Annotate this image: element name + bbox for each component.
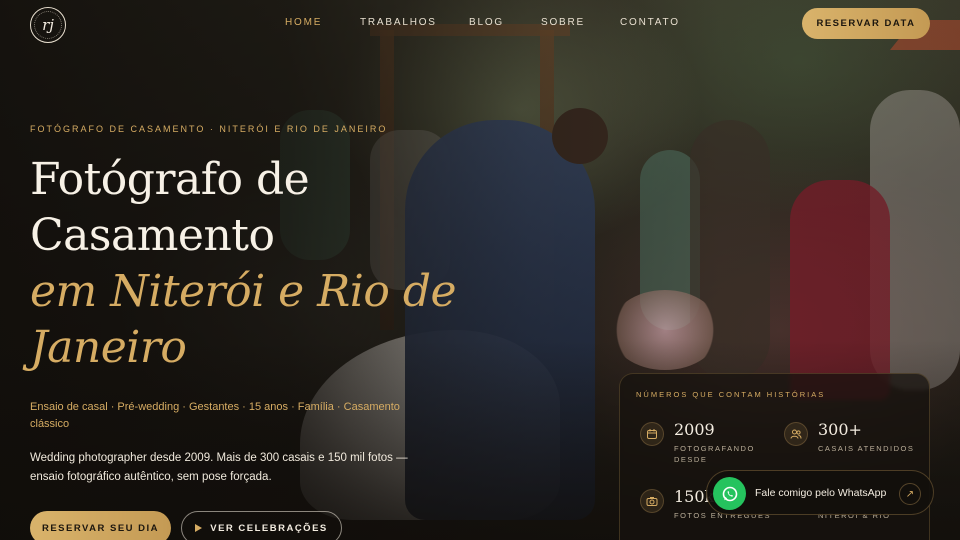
view-celebrations-button[interactable]: VER CELEBRAÇÕES bbox=[181, 511, 342, 540]
nav-item-blog[interactable]: BLOG bbox=[469, 17, 504, 28]
hero-title-line: Casamento bbox=[30, 210, 275, 261]
view-celebrations-label: VER CELEBRAÇÕES bbox=[210, 522, 328, 534]
camera-icon bbox=[640, 489, 664, 513]
reserve-date-button[interactable]: RESERVAR DATA bbox=[802, 8, 930, 39]
nav-item-contato[interactable]: CONTATO bbox=[620, 17, 680, 28]
stat-value: 300+ bbox=[818, 420, 862, 439]
logo-monogram: rj bbox=[42, 16, 54, 34]
users-icon bbox=[784, 422, 808, 446]
nav-item-trabalhos[interactable]: TRABALHOS bbox=[360, 17, 437, 28]
whatsapp-icon bbox=[713, 477, 746, 510]
whatsapp-chat-button[interactable]: Fale comigo pelo WhatsApp ↗ bbox=[706, 470, 934, 515]
brand-logo[interactable]: rj bbox=[30, 7, 66, 43]
stat-label: FOTOGRAFANDO DESDE bbox=[674, 444, 755, 464]
hero-lead: Wedding photographer desde 2009. Mais de… bbox=[30, 452, 408, 483]
stat-value: 2009 bbox=[674, 420, 715, 439]
calendar-icon bbox=[640, 422, 664, 446]
hero-title-highlight: Janeiro bbox=[30, 322, 187, 373]
hero-eyebrow: FOTÓGRAFO DE CASAMENTO · NITERÓI E RIO D… bbox=[30, 124, 388, 134]
reserve-your-day-button[interactable]: RESERVAR SEU DIA bbox=[30, 511, 171, 540]
stats-title: NÚMEROS QUE CONTAM HISTÓRIAS bbox=[636, 390, 826, 399]
play-icon bbox=[195, 524, 203, 532]
hero-title-line: Fotógrafo de bbox=[30, 154, 310, 205]
nav-item-sobre[interactable]: SOBRE bbox=[541, 17, 585, 28]
arrow-up-right-icon: ↗ bbox=[899, 483, 921, 505]
whatsapp-label: Fale comigo pelo WhatsApp bbox=[755, 487, 887, 499]
hero-title-highlight: em Niterói e Rio de bbox=[30, 266, 457, 317]
stat-label: CASAIS ATENDIDOS bbox=[818, 444, 915, 453]
nav-item-home[interactable]: HOME bbox=[285, 17, 322, 28]
hero-title: Fotógrafo de Casamento em Niterói e Rio … bbox=[30, 152, 490, 376]
services-list: Ensaio de casal · Pré-wedding · Gestante… bbox=[30, 401, 400, 430]
